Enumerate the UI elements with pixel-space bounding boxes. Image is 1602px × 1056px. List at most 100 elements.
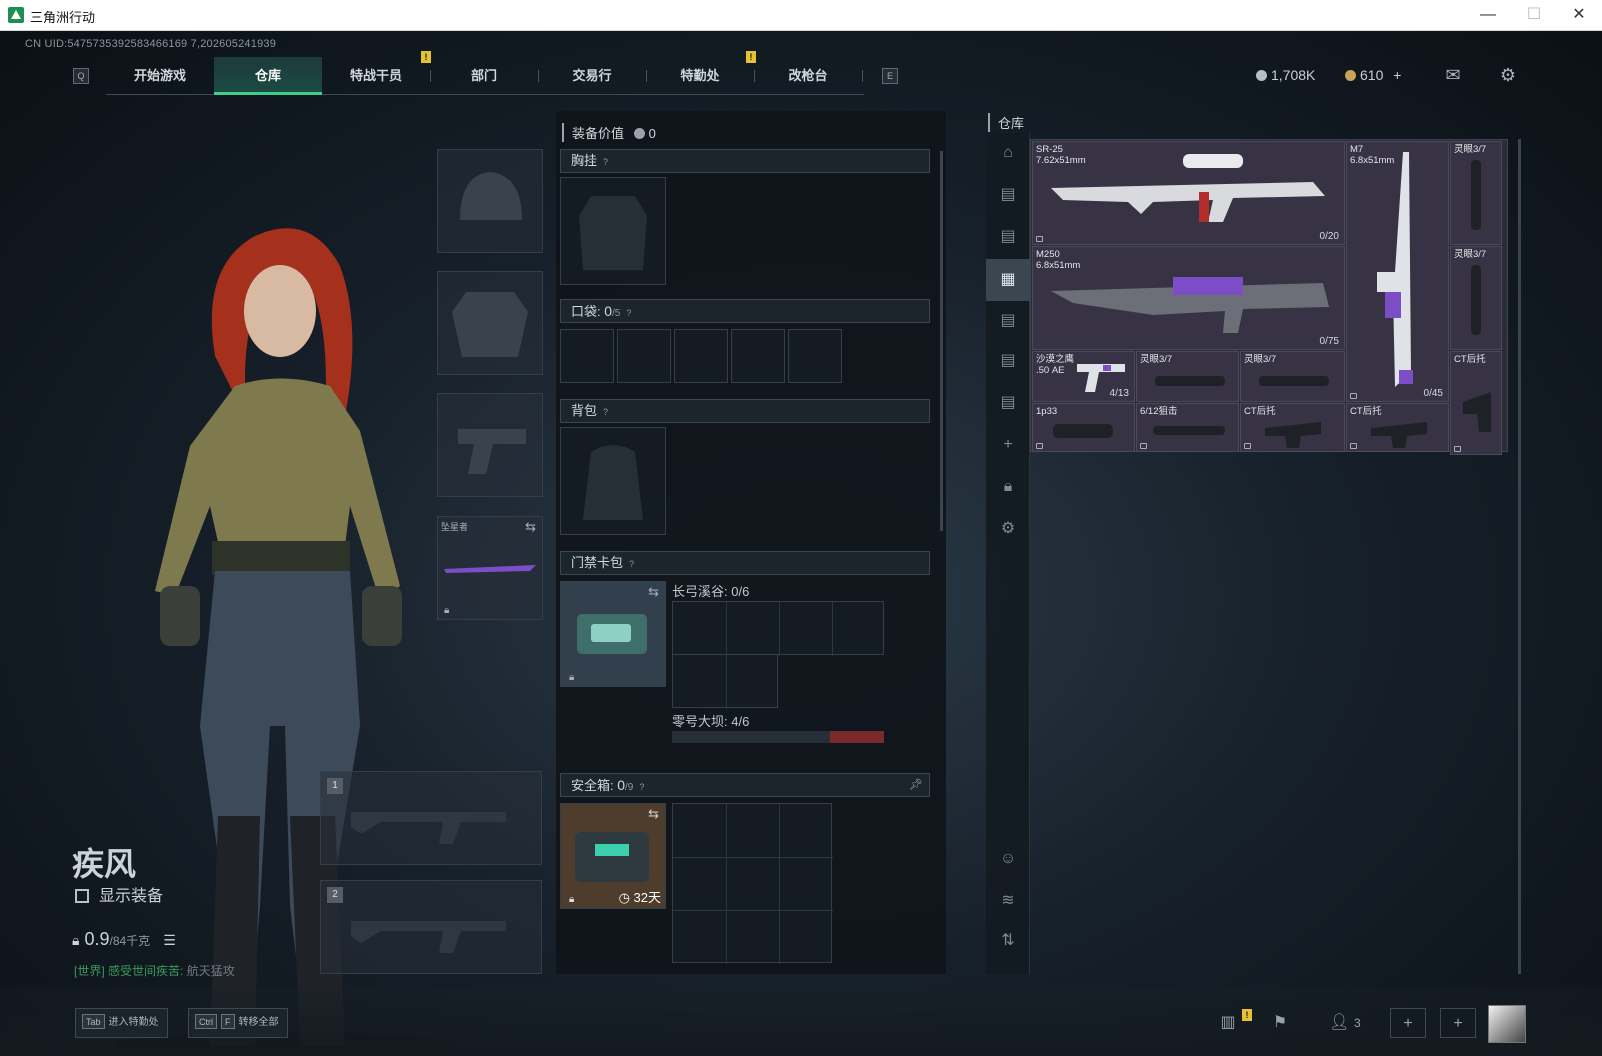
primary-weapon-slot-1[interactable]: 1 — [320, 771, 542, 865]
pistol-icon — [458, 429, 526, 474]
pistol-slot[interactable] — [437, 393, 543, 497]
tab-special-ops[interactable]: 特勤处 — [646, 57, 754, 95]
item-ct-stock-1[interactable]: CT后托 — [1450, 351, 1502, 455]
silver-coin-icon — [633, 128, 645, 139]
layers-icon[interactable]: ≋ — [996, 889, 1020, 913]
armor-icon — [452, 292, 528, 357]
armor-slot[interactable] — [437, 271, 543, 375]
lock-icon[interactable]: 🔒︎ — [996, 475, 1020, 499]
tab-gunsmith[interactable]: 改枪台 — [754, 57, 862, 95]
pocket-slot[interactable] — [731, 329, 785, 383]
home-icon[interactable]: ⌂ — [996, 141, 1020, 165]
item-ct-stock-3[interactable]: CT后托 — [1346, 403, 1449, 452]
friends-button[interactable]: 👤︎ 3 — [1320, 1008, 1370, 1038]
tab-start-game[interactable]: 开始游戏 — [106, 57, 214, 95]
help-icon[interactable]: ? — [639, 782, 644, 792]
help-icon[interactable]: ? — [629, 559, 634, 569]
add-gold-button[interactable]: + — [1393, 67, 1401, 83]
enter-special-ops-button[interactable]: Tab 进入特勤处 — [75, 1008, 168, 1038]
keycard-case-slot[interactable]: ⇆ 🔒︎ — [560, 581, 666, 687]
item-scope-1[interactable]: 灵眼3/7 — [1450, 141, 1502, 245]
tab-operators[interactable]: 特战干员 — [322, 57, 430, 95]
backpack-slot[interactable] — [560, 427, 666, 535]
chest-rig-icon — [579, 196, 647, 270]
help-icon[interactable]: ? — [603, 157, 608, 167]
warehouse-scrollbar[interactable] — [1518, 139, 1521, 974]
pocket-slot[interactable] — [617, 329, 671, 383]
close-button[interactable]: ✕ — [1556, 0, 1602, 30]
nav-prev-key[interactable]: Q — [73, 68, 89, 84]
melee-slot[interactable]: 坠星者 ⇆ 🔒︎ — [437, 516, 543, 620]
stats-alert-icon: ! — [1242, 1009, 1252, 1021]
settings-gear-icon[interactable]: ⚙ — [996, 517, 1020, 541]
safe-box-slot[interactable]: ⇆ 🔒︎ ◷ 32天 — [560, 803, 666, 909]
pocket-slot[interactable] — [560, 329, 614, 383]
add-squad-slot-1[interactable]: + — [1390, 1008, 1426, 1038]
equipment-value: 装备价值 0 — [562, 123, 656, 142]
swap-icon[interactable]: ⇆ — [648, 806, 659, 822]
item-scope-3[interactable]: 灵眼3/7 — [1136, 351, 1239, 402]
flag-icon[interactable]: ⚑ — [1262, 1008, 1298, 1038]
help-icon[interactable]: ? — [626, 308, 631, 318]
person-icon[interactable]: ☺ — [996, 847, 1020, 871]
show-equipment-toggle[interactable]: 显示装备 — [75, 882, 163, 906]
storage-2-icon[interactable]: ▤ — [996, 225, 1020, 249]
minimize-button[interactable]: — — [1465, 0, 1511, 30]
primary-weapon-slot-2[interactable]: 2 — [320, 880, 542, 974]
item-1p33[interactable]: 1p33 — [1032, 403, 1135, 452]
sort-icon[interactable]: ⇅ — [996, 929, 1020, 953]
swap-icon[interactable]: ⇆ — [525, 519, 536, 535]
stats-icon[interactable]: ▥ — [1210, 1008, 1246, 1038]
pockets-header: 口袋: 0/5? — [560, 299, 930, 323]
help-icon[interactable]: ? — [603, 407, 608, 417]
slot-number: 2 — [327, 887, 343, 903]
key-grid-longbow[interactable] — [672, 601, 884, 656]
helmet-slot[interactable] — [437, 149, 543, 253]
storage-4-icon[interactable]: ▤ — [996, 309, 1020, 333]
clock-icon: ◷ — [618, 890, 630, 905]
swap-icon[interactable]: ⇆ — [648, 584, 659, 600]
nav-next-key[interactable]: E — [882, 68, 898, 84]
backpack-header: 背包? — [560, 399, 930, 423]
world-chat-line[interactable]: [世界] 感受世间疾苦: 航天猛攻 — [74, 962, 235, 979]
storage-3-icon[interactable]: ▦ — [986, 259, 1030, 301]
tab-warehouse[interactable]: 仓库 — [214, 57, 322, 95]
safe-box-timer: ◷ 32天 — [618, 890, 661, 905]
key-grid-dam[interactable] — [672, 731, 884, 743]
item-ct-stock-2[interactable]: CT后托 — [1240, 403, 1345, 452]
chest-rig-slot[interactable] — [560, 177, 666, 285]
storage-1-icon[interactable]: ▤ — [996, 183, 1020, 207]
add-squad-slot-2[interactable]: + — [1440, 1008, 1476, 1038]
player-avatar[interactable] — [1488, 1005, 1526, 1043]
item-m7[interactable]: M7 6.8x51mm 0/45 — [1346, 141, 1449, 402]
silver-coin-icon — [1256, 70, 1267, 81]
show-equipment-checkbox[interactable] — [75, 889, 89, 903]
settings-gear-icon[interactable]: ⚙ — [1497, 66, 1519, 84]
tab-trade[interactable]: 交易行 — [538, 57, 646, 95]
pin-icon[interactable]: 📌︎ — [909, 774, 923, 796]
tab-department[interactable]: 部门 — [430, 57, 538, 95]
storage-6-icon[interactable]: ▤ — [996, 391, 1020, 415]
item-6-12-scope[interactable]: 6/12狙击 — [1136, 403, 1239, 452]
list-icon[interactable]: ☰ — [163, 932, 176, 948]
maximize-button[interactable]: ☐ — [1511, 0, 1557, 30]
item-scope-2[interactable]: 灵眼3/7 — [1450, 246, 1502, 350]
item-desert-eagle[interactable]: 沙漠之鹰 .50 AE 4/13 — [1032, 351, 1135, 402]
item-m250[interactable]: M250 6.8x51mm 0/75 — [1032, 246, 1345, 350]
safe-box-grid[interactable] — [672, 803, 833, 964]
mail-icon[interactable]: ✉ — [1442, 66, 1464, 84]
equipment-scrollbar[interactable] — [940, 151, 943, 531]
add-storage-icon[interactable]: + — [996, 433, 1020, 457]
key-grid-longbow-row2[interactable] — [672, 654, 778, 709]
item-sr25[interactable]: SR-25 7.62x51mm 0/20 — [1032, 141, 1345, 245]
gold-coin-icon — [1345, 70, 1356, 81]
transfer-all-button[interactable]: Ctrl F 转移全部 — [188, 1008, 288, 1038]
app-icon — [8, 7, 24, 23]
gold-currency[interactable]: 610 + — [1345, 67, 1401, 83]
main-nav: 开始游戏 仓库 特战干员 ! 部门 交易行 特勤处 ! 改枪台 — [106, 51, 864, 95]
storage-5-icon[interactable]: ▤ — [996, 349, 1020, 373]
pocket-slot[interactable] — [674, 329, 728, 383]
scope-icon — [1471, 265, 1481, 335]
pocket-slot[interactable] — [788, 329, 842, 383]
item-scope-4[interactable]: 灵眼3/7 — [1240, 351, 1345, 402]
